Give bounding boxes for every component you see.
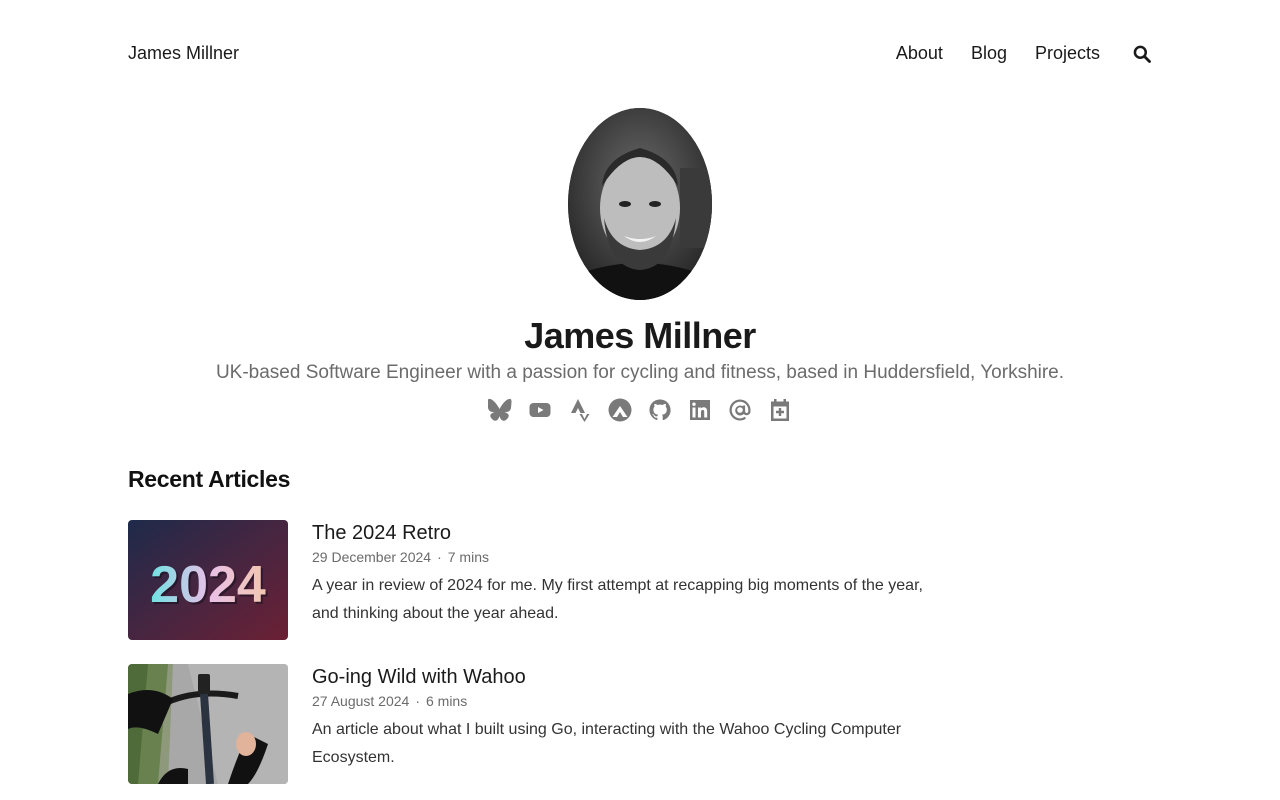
site-title-link[interactable]: James Millner — [128, 43, 239, 64]
article-meta: 27 August 2024 · 6 mins — [312, 692, 932, 710]
nav-projects[interactable]: Projects — [1035, 43, 1100, 64]
article-date: 27 August 2024 — [312, 693, 410, 709]
komoot-icon[interactable] — [608, 398, 632, 422]
nav-about[interactable]: About — [896, 43, 943, 64]
article-description: A year in review of 2024 for me. My firs… — [312, 577, 923, 622]
avatar — [568, 108, 712, 300]
bluesky-icon[interactable] — [488, 398, 512, 422]
linkedin-icon[interactable] — [688, 398, 712, 422]
main-nav: About Blog Projects — [896, 43, 1152, 64]
article-thumbnail[interactable]: 2024 2024 — [128, 520, 288, 640]
meta-separator: · — [415, 693, 420, 709]
strava-icon[interactable] — [568, 398, 592, 422]
email-icon[interactable] — [728, 398, 752, 422]
search-icon[interactable] — [1132, 44, 1152, 64]
nav-blog[interactable]: Blog — [971, 43, 1007, 64]
article-body: The 2024 Retro 29 December 2024 · 7 mins A… — [312, 520, 932, 640]
github-icon[interactable] — [648, 398, 672, 422]
article-item[interactable]: 2024 2024 The 2024 Retro 29 December 202… — [128, 520, 932, 640]
article-meta: 29 December 2024 · 7 mins — [312, 548, 932, 566]
profile-name: James Millner — [524, 315, 756, 356]
recent-articles: Recent Articles 2024 2024 The 2024 Retro… — [128, 466, 1152, 784]
article-read-time: 6 mins — [425, 693, 468, 709]
article-date: 29 December 2024 — [312, 549, 432, 565]
social-links — [0, 398, 1280, 422]
profile-tagline: UK-based Software Engineer with a passio… — [215, 362, 1065, 383]
article-title-link[interactable]: The 2024 Retro — [312, 520, 932, 546]
article-body: Go-ing Wild with Wahoo 27 August 2024 · 6 … — [312, 664, 932, 784]
calendar-icon[interactable] — [768, 398, 792, 422]
article-description: An article about what I built using Go, … — [312, 721, 902, 766]
thumbnail-year-text: 2024 — [150, 556, 266, 614]
hero: James Millner UK-based Software Engineer… — [0, 108, 1280, 422]
article-item[interactable]: Go-ing Wild with Wahoo 27 August 2024 · 6 … — [128, 664, 932, 784]
article-read-time: 7 mins — [447, 549, 489, 565]
youtube-icon[interactable] — [528, 398, 552, 422]
site-header: James Millner About Blog Projects — [128, 0, 1152, 108]
article-title-link[interactable]: Go-ing Wild with Wahoo — [312, 664, 932, 690]
recent-articles-heading: Recent Articles — [128, 466, 291, 492]
meta-separator: · — [437, 549, 442, 565]
article-thumbnail[interactable] — [128, 664, 288, 784]
